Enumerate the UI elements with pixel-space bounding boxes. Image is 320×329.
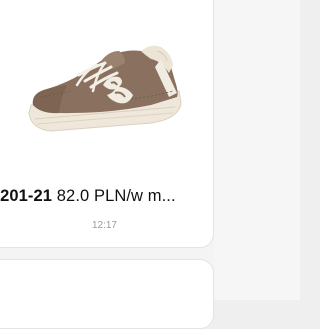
product-caption: Y201-21 82.0 PLN/w m...	[0, 187, 199, 206]
next-message-bubble[interactable]	[0, 259, 214, 329]
product-price-text: 82.0 PLN/w m...	[56, 187, 176, 205]
message-bubble[interactable]: Y201-21 82.0 PLN/w m... 12:17	[0, 0, 214, 248]
chat-pane: Y201-21 82.0 PLN/w m... 12:17	[0, 0, 300, 329]
product-code: Y201-21	[0, 187, 53, 205]
message-timestamp: 12:17	[91, 220, 117, 231]
sneaker-image	[28, 45, 182, 132]
chat-background	[214, 0, 300, 300]
product-image[interactable]	[1, 1, 201, 176]
